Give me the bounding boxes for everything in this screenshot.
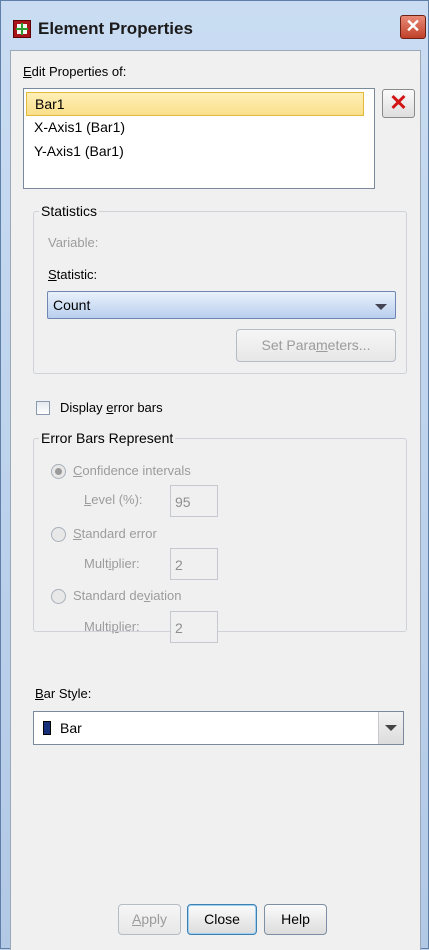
delete-element-button[interactable]: ✕ [382,89,415,118]
app-icon [13,20,31,38]
statistics-group-title: Statistics [39,203,100,219]
level-input[interactable]: 95 [170,485,218,517]
display-error-bars-checkbox[interactable] [36,401,50,415]
standard-deviation-multiplier-label: Multiplier: [84,619,140,634]
variable-label: Variable: [48,235,99,250]
statistic-dropdown[interactable]: Count [47,291,396,319]
bar-style-value: Bar [60,720,82,736]
close-button[interactable]: Close [187,904,257,935]
statistic-label: Statistic: [48,267,98,282]
edit-properties-list[interactable]: Bar1 X-Axis1 (Bar1) Y-Axis1 (Bar1) [23,88,375,189]
statistic-value: Count [53,297,91,313]
window-title: Element Properties [38,19,193,38]
list-item-y-axis1[interactable]: Y-Axis1 (Bar1) [26,140,364,164]
set-parameters-button[interactable]: Set Parameters... [236,329,396,362]
display-error-bars-label[interactable]: Display error bars [60,400,163,415]
standard-error-multiplier-input[interactable]: 2 [170,548,218,580]
standard-deviation-radio[interactable] [51,589,66,604]
element-properties-dialog: Element Properties ✕ Edit Properties of:… [0,0,429,950]
confidence-intervals-radio[interactable] [51,464,66,479]
delete-icon: ✕ [389,90,408,115]
list-item-x-axis1[interactable]: X-Axis1 (Bar1) [26,116,364,140]
standard-error-label[interactable]: Standard error [73,526,157,541]
confidence-intervals-label[interactable]: Confidence intervals [73,463,191,478]
error-bars-group-title: Error Bars Represent [39,430,176,446]
standard-error-multiplier-label: Multiplier: [84,556,140,571]
chevron-down-icon [375,304,387,310]
bar-style-dropdown[interactable]: Bar [33,711,404,745]
help-button[interactable]: Help [264,904,327,935]
level-label: Level (%): [84,492,143,507]
standard-deviation-multiplier-input[interactable]: 2 [170,611,218,643]
chevron-down-icon[interactable] [378,712,403,744]
window-close-button[interactable]: ✕ [400,15,426,39]
bar-style-label: Bar Style: [35,686,92,701]
standard-deviation-label[interactable]: Standard deviation [73,588,181,603]
list-item-bar1[interactable]: Bar1 [26,92,364,116]
title-bar[interactable]: Element Properties ✕ [1,1,428,45]
bar-swatch-icon [43,721,51,735]
standard-error-radio[interactable] [51,527,66,542]
apply-button[interactable]: Apply [118,904,181,935]
edit-properties-label: Edit Properties of: [23,64,127,79]
close-icon: ✕ [405,16,421,36]
